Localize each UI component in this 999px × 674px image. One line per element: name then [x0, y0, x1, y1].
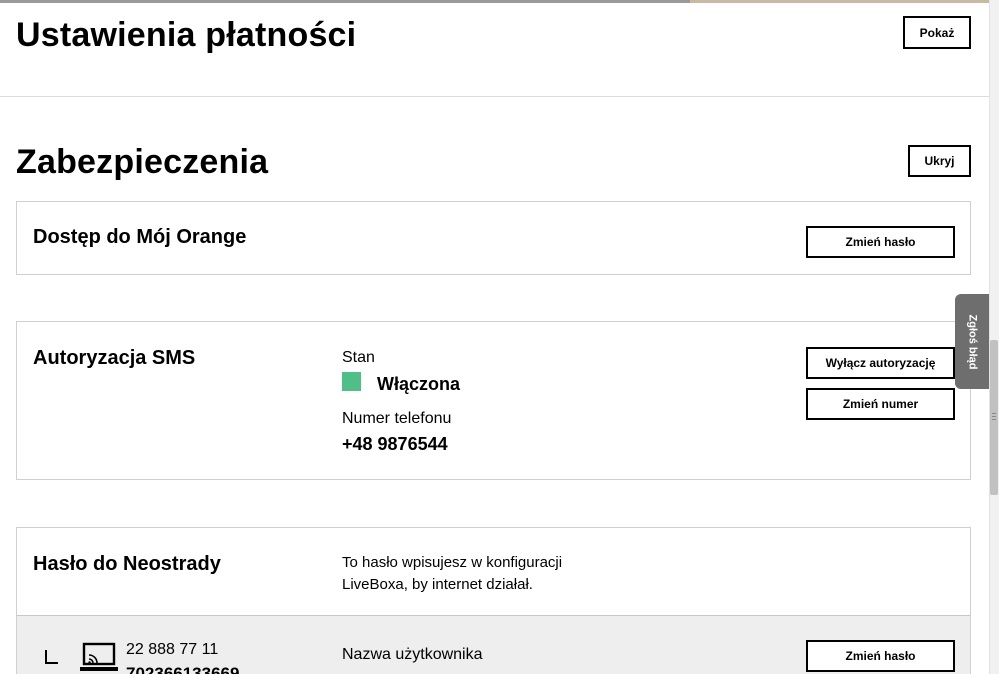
- status-indicator: [342, 372, 361, 391]
- change-number-button[interactable]: Zmień numer: [806, 388, 955, 420]
- phone-label: Numer telefonu: [342, 410, 452, 427]
- tree-connector-icon: [45, 650, 58, 664]
- payment-settings-title: Ustawienia płatności: [16, 16, 357, 54]
- username-label: Nazwa użytkownika: [342, 646, 483, 663]
- laptop-icon: [80, 642, 118, 674]
- line-number: 22 888 77 11: [126, 641, 219, 658]
- scrollbar-grip: [992, 413, 996, 414]
- report-bug-label: Zgłoś błąd: [966, 314, 978, 369]
- change-password-button[interactable]: Zmień hasło: [806, 226, 955, 258]
- neostrada-change-password-button[interactable]: Zmień hasło: [806, 640, 955, 672]
- report-bug-tab[interactable]: Zgłoś błąd: [955, 294, 989, 389]
- line-id: 702366133669: [126, 664, 240, 674]
- scrollbar-thumb[interactable]: [990, 340, 998, 495]
- hide-security-button[interactable]: Ukryj: [908, 145, 971, 177]
- scrollbar-grip: [992, 419, 996, 420]
- scrollbar-grip: [992, 416, 996, 417]
- phone-value: +48 9876544: [342, 434, 448, 454]
- show-payment-settings-button[interactable]: Pokaż: [903, 16, 971, 49]
- neostrada-description-line2: LiveBoxa, by internet działał.: [342, 576, 533, 593]
- moj-orange-title: Dostęp do Mój Orange: [33, 226, 247, 248]
- security-title: Zabezpieczenia: [16, 143, 269, 181]
- sms-auth-title: Autoryzacja SMS: [33, 347, 196, 369]
- disable-sms-auth-button[interactable]: Wyłącz autoryzację: [806, 347, 955, 379]
- neostrada-title: Hasło do Neostrady: [33, 553, 221, 575]
- section-divider: [0, 96, 990, 97]
- header-image-edge: [690, 0, 990, 3]
- vertical-scrollbar[interactable]: [989, 0, 999, 674]
- neostrada-description-line1: To hasło wpisujesz w konfiguracji: [342, 554, 563, 571]
- state-value: Włączona: [377, 374, 461, 394]
- state-label: Stan: [342, 349, 375, 366]
